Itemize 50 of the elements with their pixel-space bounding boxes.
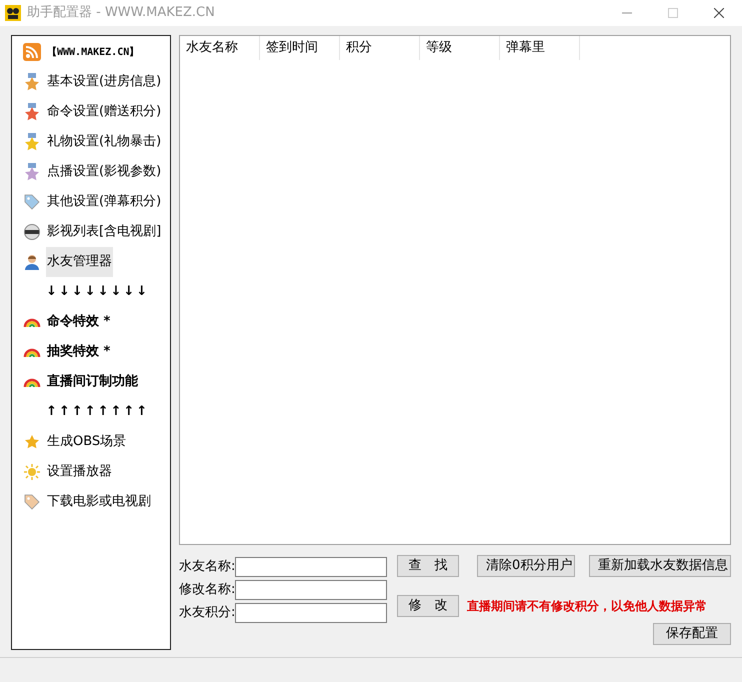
sun-icon — [24, 464, 40, 480]
column-header[interactable]: 签到时间 — [260, 36, 340, 60]
rainbow-icon — [23, 347, 41, 357]
sidebar-item[interactable]: 礼物设置(礼物暴击) — [46, 127, 162, 157]
field-label: 水友积分: — [179, 604, 235, 622]
input-field[interactable] — [235, 556, 387, 576]
field-label: 水友名称: — [179, 558, 235, 576]
app-logo-icon — [5, 5, 21, 21]
window-title: 助手配置器 - WWW.MAKEZ.CN — [27, 4, 215, 22]
sidebar-item[interactable]: 下载电影或电视剧 — [46, 487, 152, 517]
sidebar-item[interactable]: 命令设置(赠送积分) — [46, 97, 162, 127]
save-button[interactable]: 保存配置 — [653, 623, 731, 645]
sidebar-item[interactable]: 直播间订制功能 — [46, 367, 139, 397]
sidebar-item[interactable]: 点播设置(影视参数) — [46, 157, 162, 187]
arrow-row-text: ↑↑↑↑↑↑↑↑ — [46, 403, 150, 422]
rainbow-icon — [23, 317, 41, 327]
input-field[interactable] — [235, 602, 387, 622]
tag-icon — [24, 494, 40, 510]
clear-button[interactable]: 清除0积分用户 — [477, 555, 575, 577]
sidebar-item[interactable]: 影视列表[含电视剧] — [46, 217, 162, 247]
sidebar-item[interactable]: 命令特效 * — [46, 307, 112, 337]
medal-icon — [24, 103, 40, 121]
column-header[interactable]: 弹幕里 — [500, 36, 580, 60]
arrow-row-text: ↓↓↓↓↓↓↓↓ — [46, 283, 150, 302]
tag-icon — [24, 194, 40, 210]
star-icon — [24, 434, 40, 450]
person-icon — [24, 254, 40, 270]
close-icon[interactable] — [714, 8, 724, 18]
input-field[interactable] — [235, 580, 387, 600]
medal-icon — [24, 163, 40, 181]
field-label: 修改名称: — [179, 580, 235, 599]
medal-icon — [24, 73, 40, 91]
warning-text: 直播期间请不有修改积分，以免他人数据异常 — [467, 598, 708, 615]
rss-icon — [23, 43, 41, 61]
sidebar-item[interactable]: 基本设置(进房信息) — [46, 67, 162, 97]
sidebar-item[interactable]: 其他设置(弹幕积分) — [46, 187, 162, 217]
medal-icon — [24, 133, 40, 151]
rainbow-icon — [23, 377, 41, 387]
sidebar-item[interactable]: 生成OBS场景 — [46, 427, 128, 457]
sidebar-item[interactable]: 设置播放器 — [46, 457, 113, 487]
column-header[interactable]: 等级 — [420, 36, 500, 60]
sidebar-item[interactable]: 抽奖特效 * — [46, 337, 112, 367]
sidebar-item[interactable]: 水友管理器 — [46, 247, 113, 277]
search-button[interactable]: 查 找 — [397, 555, 459, 577]
reload-button[interactable]: 重新加载水友数据信息 — [589, 555, 731, 577]
column-header[interactable]: 水友名称 — [180, 36, 260, 60]
column-header[interactable]: 积分 — [340, 36, 420, 60]
modify-button[interactable]: 修 改 — [397, 595, 459, 617]
website-link[interactable]: 【WWW.MAKEZ.CN】 — [46, 40, 140, 64]
disc-icon — [23, 224, 41, 240]
